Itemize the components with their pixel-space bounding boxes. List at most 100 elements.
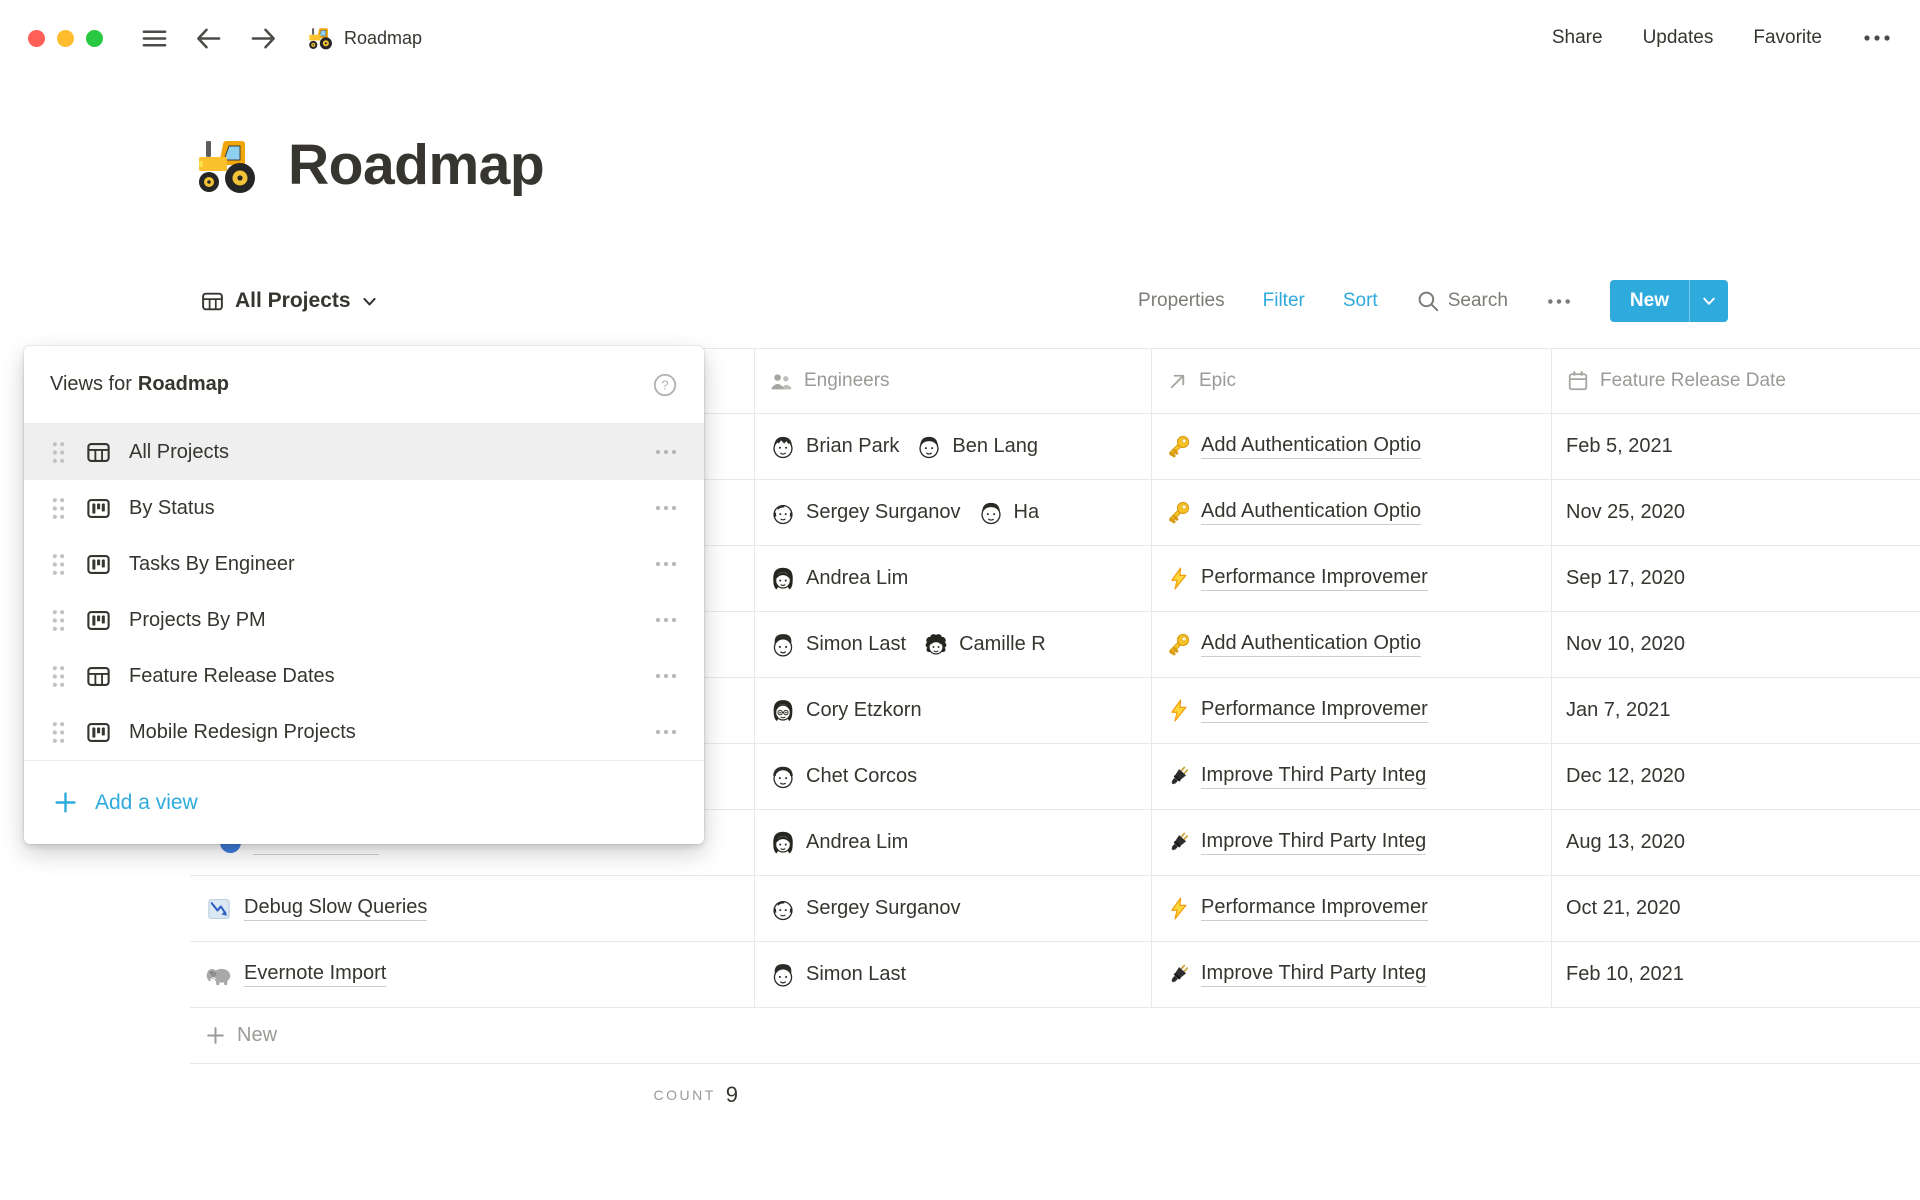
column-header-epic[interactable]: Epic xyxy=(1151,349,1551,413)
engineers-cell[interactable]: Simon Last xyxy=(754,942,1151,1007)
column-header-release-date[interactable]: Feature Release Date xyxy=(1551,349,1920,413)
epic-cell[interactable]: Add Authentication Optio xyxy=(1151,612,1551,677)
tractor-icon[interactable] xyxy=(196,133,260,197)
engineer-chip[interactable]: Brian Park xyxy=(769,433,899,461)
epic-link[interactable]: Performance Improvemer xyxy=(1201,896,1428,921)
date-cell[interactable]: Nov 25, 2020 xyxy=(1551,480,1920,545)
date-cell[interactable]: Jan 7, 2021 xyxy=(1551,678,1920,743)
epic-link[interactable]: Performance Improvemer xyxy=(1201,566,1428,591)
drag-handle-icon[interactable] xyxy=(50,440,67,465)
view-item-mobile-redesign-projects[interactable]: Mobile Redesign Projects xyxy=(24,704,704,760)
epic-link[interactable]: Add Authentication Optio xyxy=(1201,434,1421,459)
engineer-chip[interactable]: Ben Lang xyxy=(915,433,1038,461)
epic-link[interactable]: Performance Improvemer xyxy=(1201,698,1428,723)
view-item-all-projects[interactable]: All Projects xyxy=(24,424,704,480)
epic-cell[interactable]: Add Authentication Optio xyxy=(1151,414,1551,479)
date-cell[interactable]: Feb 10, 2021 xyxy=(1551,942,1920,1007)
date-cell[interactable]: Nov 10, 2020 xyxy=(1551,612,1920,677)
engineer-chip[interactable]: Andrea Lim xyxy=(769,829,908,857)
engineer-chip[interactable]: Andrea Lim xyxy=(769,565,908,593)
epic-cell[interactable]: Performance Improvemer xyxy=(1151,876,1551,941)
forward-arrow-icon[interactable] xyxy=(249,24,278,53)
minimize-window-button[interactable] xyxy=(57,30,74,47)
epic-cell[interactable]: Performance Improvemer xyxy=(1151,546,1551,611)
engineer-chip[interactable]: Sergey Surganov xyxy=(769,895,961,923)
page-title[interactable]: Roadmap xyxy=(288,132,544,198)
properties-button[interactable]: Properties xyxy=(1138,290,1225,312)
new-button[interactable]: New xyxy=(1610,280,1728,322)
engineer-chip[interactable]: Simon Last xyxy=(769,631,906,659)
epic-cell[interactable]: Improve Third Party Integ xyxy=(1151,744,1551,809)
new-button-dropdown[interactable] xyxy=(1689,280,1728,322)
view-item-by-status[interactable]: By Status xyxy=(24,480,704,536)
epic-cell[interactable]: Improve Third Party Integ xyxy=(1151,810,1551,875)
question-circle-icon[interactable] xyxy=(652,372,678,398)
engineer-chip[interactable]: Simon Last xyxy=(769,961,906,989)
updates-button[interactable]: Updates xyxy=(1643,27,1714,49)
back-arrow-icon[interactable] xyxy=(194,24,223,53)
drag-handle-icon[interactable] xyxy=(50,664,67,689)
add-view-button[interactable]: Add a view xyxy=(24,760,704,844)
epic-cell[interactable]: Performance Improvemer xyxy=(1151,678,1551,743)
epic-link[interactable]: Add Authentication Optio xyxy=(1201,500,1421,525)
epic-link[interactable]: Improve Third Party Integ xyxy=(1201,962,1426,987)
search-button[interactable]: Search xyxy=(1416,289,1508,313)
drag-handle-icon[interactable] xyxy=(50,496,67,521)
engineer-chip[interactable]: Chet Corcos xyxy=(769,763,917,791)
date-cell[interactable]: Oct 21, 2020 xyxy=(1551,876,1920,941)
engineers-cell[interactable]: Andrea Lim xyxy=(754,810,1151,875)
zoom-window-button[interactable] xyxy=(86,30,103,47)
view-item-menu-icon[interactable] xyxy=(654,559,678,569)
close-window-button[interactable] xyxy=(28,30,45,47)
date-cell[interactable]: Sep 17, 2020 xyxy=(1551,546,1920,611)
engineers-cell[interactable]: Sergey Surganov Ha xyxy=(754,480,1151,545)
drag-handle-icon[interactable] xyxy=(50,720,67,745)
epic-link[interactable]: Add Authentication Optio xyxy=(1201,632,1421,657)
epic-link[interactable]: Improve Third Party Integ xyxy=(1201,764,1426,789)
more-options-icon[interactable] xyxy=(1862,32,1892,44)
view-item-menu-icon[interactable] xyxy=(654,727,678,737)
engineers-cell[interactable]: Cory Etzkorn xyxy=(754,678,1151,743)
page-link[interactable]: Debug Slow Queries xyxy=(244,896,427,921)
add-row-button[interactable]: New xyxy=(190,1008,1920,1064)
name-cell[interactable]: Evernote Import xyxy=(190,942,754,1007)
engineers-cell[interactable]: Sergey Surganov xyxy=(754,876,1151,941)
date-cell[interactable]: Aug 13, 2020 xyxy=(1551,810,1920,875)
column-header-engineers[interactable]: Engineers xyxy=(754,349,1151,413)
engineers-cell[interactable]: Andrea Lim xyxy=(754,546,1151,611)
breadcrumb[interactable]: Roadmap xyxy=(308,25,422,51)
drag-handle-icon[interactable] xyxy=(50,552,67,577)
sidebar-toggle-icon[interactable] xyxy=(141,25,168,52)
new-button-label[interactable]: New xyxy=(1610,280,1689,322)
epic-link[interactable]: Improve Third Party Integ xyxy=(1201,830,1426,855)
view-selector[interactable]: All Projects xyxy=(200,289,378,314)
view-item-menu-icon[interactable] xyxy=(654,447,678,457)
count-aggregate[interactable]: COUNT 9 xyxy=(190,1064,754,1126)
date-cell[interactable]: Feb 5, 2021 xyxy=(1551,414,1920,479)
view-item-tasks-by-engineer[interactable]: Tasks By Engineer xyxy=(24,536,704,592)
view-item-projects-by-pm[interactable]: Projects By PM xyxy=(24,592,704,648)
engineer-chip[interactable]: Camille R xyxy=(922,631,1046,659)
engineers-cell[interactable]: Brian Park Ben Lang xyxy=(754,414,1151,479)
engineer-chip[interactable]: Cory Etzkorn xyxy=(769,697,922,725)
drag-handle-icon[interactable] xyxy=(50,608,67,633)
view-item-menu-icon[interactable] xyxy=(654,671,678,681)
page-link[interactable]: Evernote Import xyxy=(244,962,386,987)
sort-button[interactable]: Sort xyxy=(1343,290,1378,312)
epic-cell[interactable]: Add Authentication Optio xyxy=(1151,480,1551,545)
view-item-menu-icon[interactable] xyxy=(654,503,678,513)
engineer-chip[interactable]: Sergey Surganov xyxy=(769,499,961,527)
favorite-button[interactable]: Favorite xyxy=(1753,27,1822,49)
engineer-chip[interactable]: Ha xyxy=(977,499,1040,527)
engineers-cell[interactable]: Simon Last Camille R xyxy=(754,612,1151,677)
engineers-cell[interactable]: Chet Corcos xyxy=(754,744,1151,809)
name-cell[interactable]: Debug Slow Queries xyxy=(190,876,754,941)
share-button[interactable]: Share xyxy=(1552,27,1603,49)
epic-cell[interactable]: Improve Third Party Integ xyxy=(1151,942,1551,1007)
view-item-menu-icon[interactable] xyxy=(654,615,678,625)
toolbar-more-icon[interactable] xyxy=(1546,296,1572,307)
view-item-feature-release-dates[interactable]: Feature Release Dates xyxy=(24,648,704,704)
table-footer: COUNT 9 xyxy=(190,1064,1920,1126)
filter-button[interactable]: Filter xyxy=(1263,290,1305,312)
date-cell[interactable]: Dec 12, 2020 xyxy=(1551,744,1920,809)
